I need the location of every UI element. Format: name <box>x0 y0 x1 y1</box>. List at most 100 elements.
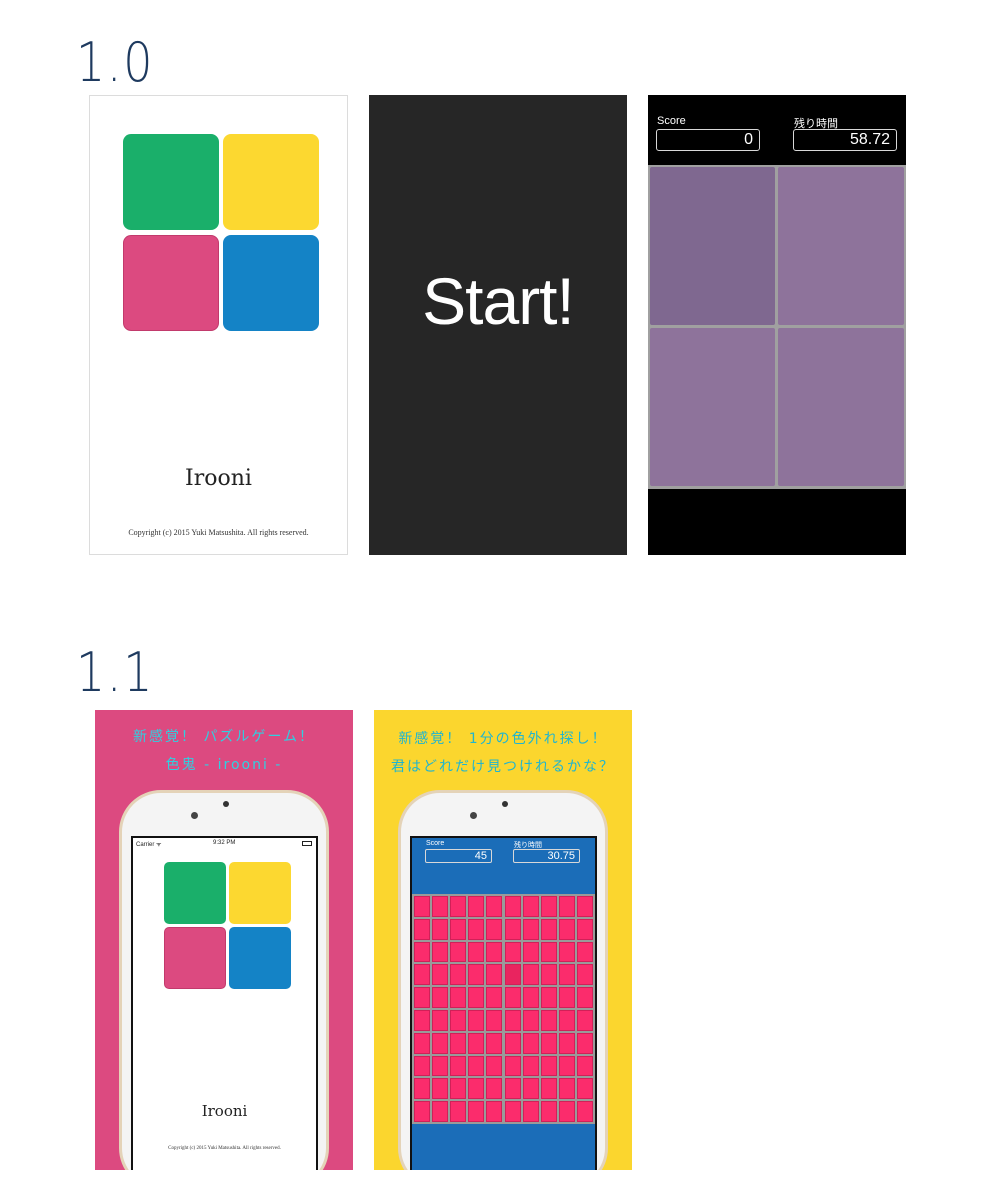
game-tile[interactable] <box>576 896 593 917</box>
game-tile[interactable] <box>522 987 539 1008</box>
game-tile[interactable] <box>504 918 521 940</box>
game-tile[interactable] <box>540 896 557 917</box>
game-tile[interactable] <box>558 964 575 986</box>
game-tile[interactable] <box>576 918 593 940</box>
game-tile[interactable] <box>432 918 449 940</box>
game-tile[interactable] <box>540 1078 557 1100</box>
game-tile[interactable] <box>486 1101 503 1122</box>
game-tile[interactable] <box>468 918 485 940</box>
game-tile[interactable] <box>450 896 467 917</box>
game-tile[interactable] <box>522 1078 539 1100</box>
game-tile[interactable] <box>432 1032 449 1054</box>
game-tile[interactable] <box>522 964 539 986</box>
game-tile[interactable] <box>468 941 485 963</box>
game-tile[interactable] <box>558 918 575 940</box>
game-tile[interactable] <box>540 964 557 986</box>
game-tile[interactable] <box>486 918 503 940</box>
game-tile[interactable] <box>450 1010 467 1031</box>
game-tile[interactable] <box>558 1101 575 1122</box>
game-tile[interactable] <box>504 1055 521 1077</box>
game-tile[interactable] <box>540 1101 557 1122</box>
game-tile[interactable] <box>576 1010 593 1031</box>
game-tile[interactable] <box>576 1078 593 1100</box>
game-tile[interactable] <box>522 1101 539 1122</box>
game-tile[interactable] <box>522 1010 539 1031</box>
game-tile[interactable] <box>522 1032 539 1054</box>
game-tile[interactable] <box>450 987 467 1008</box>
game-tile[interactable] <box>522 896 539 917</box>
game-tile[interactable] <box>414 1010 431 1031</box>
game-tile[interactable] <box>414 896 431 917</box>
game-tile[interactable] <box>468 1032 485 1054</box>
game-tile[interactable] <box>504 1010 521 1031</box>
game-tile[interactable] <box>558 1010 575 1031</box>
game-tile[interactable] <box>414 964 431 986</box>
game-tile[interactable] <box>650 328 775 486</box>
game-tile[interactable] <box>540 941 557 963</box>
game-tile[interactable] <box>778 328 904 486</box>
game-tile[interactable] <box>504 1101 521 1122</box>
game-tile[interactable] <box>504 1032 521 1054</box>
game-tile[interactable] <box>414 1032 431 1054</box>
game-tile[interactable] <box>778 167 904 325</box>
game-tile[interactable] <box>576 987 593 1008</box>
game-tile[interactable] <box>432 1078 449 1100</box>
game-tile[interactable] <box>522 918 539 940</box>
game-tile[interactable] <box>504 1078 521 1100</box>
game-tile[interactable] <box>558 987 575 1008</box>
game-tile[interactable] <box>468 964 485 986</box>
game-tile[interactable] <box>414 987 431 1008</box>
game-tile[interactable] <box>468 987 485 1008</box>
game-tile[interactable] <box>450 1101 467 1122</box>
game-tile[interactable] <box>468 1101 485 1122</box>
game-tile[interactable] <box>432 1101 449 1122</box>
game-tile[interactable] <box>468 1078 485 1100</box>
game-tile[interactable] <box>432 964 449 986</box>
game-tile[interactable] <box>558 941 575 963</box>
game-tile[interactable] <box>522 1055 539 1077</box>
odd-tile[interactable] <box>650 167 775 325</box>
game-tile[interactable] <box>576 1032 593 1054</box>
game-tile[interactable] <box>576 964 593 986</box>
game-tile[interactable] <box>486 1078 503 1100</box>
game-tile[interactable] <box>576 1101 593 1122</box>
game-tile[interactable] <box>486 896 503 917</box>
game-tile[interactable] <box>450 918 467 940</box>
game-tile[interactable] <box>432 987 449 1008</box>
game-tile[interactable] <box>450 1078 467 1100</box>
game-tile[interactable] <box>486 1010 503 1031</box>
game-tile[interactable] <box>540 1032 557 1054</box>
game-tile[interactable] <box>414 918 431 940</box>
game-tile[interactable] <box>558 896 575 917</box>
game-tile[interactable] <box>432 1055 449 1077</box>
game-tile[interactable] <box>540 1010 557 1031</box>
game-tile[interactable] <box>576 1055 593 1077</box>
game-tile[interactable] <box>540 1055 557 1077</box>
game-tile[interactable] <box>486 941 503 963</box>
game-tile[interactable] <box>450 1055 467 1077</box>
game-tile[interactable] <box>414 1078 431 1100</box>
game-tile[interactable] <box>486 1032 503 1054</box>
game-tile[interactable] <box>540 987 557 1008</box>
game-tile[interactable] <box>468 1010 485 1031</box>
game-tile[interactable] <box>486 1055 503 1077</box>
game-tile[interactable] <box>468 1055 485 1077</box>
game-tile[interactable] <box>414 1101 431 1122</box>
game-tile[interactable] <box>558 1032 575 1054</box>
game-tile[interactable] <box>414 941 431 963</box>
game-tile[interactable] <box>558 1055 575 1077</box>
game-tile[interactable] <box>450 941 467 963</box>
game-tile[interactable] <box>540 918 557 940</box>
game-tile[interactable] <box>504 941 521 963</box>
game-tile[interactable] <box>414 1055 431 1077</box>
game-tile[interactable] <box>486 964 503 986</box>
game-tile[interactable] <box>450 1032 467 1054</box>
odd-tile[interactable] <box>504 964 521 986</box>
game-tile[interactable] <box>432 941 449 963</box>
game-tile[interactable] <box>468 896 485 917</box>
game-tile[interactable] <box>432 896 449 917</box>
game-tile[interactable] <box>558 1078 575 1100</box>
game-tile[interactable] <box>486 987 503 1008</box>
game-tile[interactable] <box>504 896 521 917</box>
game-tile[interactable] <box>522 941 539 963</box>
